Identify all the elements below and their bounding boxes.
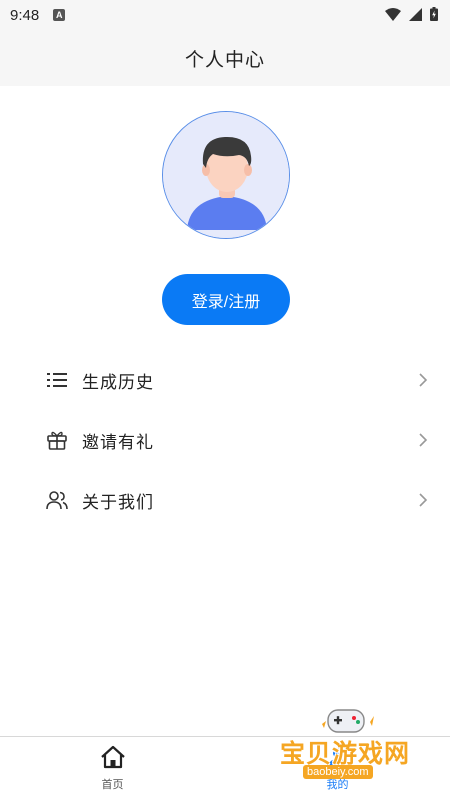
- status-bar: 9:48 A: [0, 0, 450, 30]
- menu-item-history[interactable]: 生成历史: [0, 350, 450, 410]
- menu-item-label: 关于我们: [82, 492, 154, 513]
- battery-charging-icon: [430, 6, 438, 25]
- home-icon: [100, 745, 126, 773]
- chevron-right-icon: [418, 431, 432, 449]
- a-badge-icon: A: [53, 9, 66, 21]
- status-icons: [385, 6, 438, 25]
- cellular-signal-icon: [409, 6, 422, 25]
- wifi-icon: [385, 6, 401, 25]
- chevron-right-icon: [418, 371, 432, 389]
- users-icon: [46, 489, 68, 511]
- watermark-url: baobeiy.com: [303, 765, 373, 779]
- menu-item-label: 生成历史: [82, 372, 154, 393]
- menu-item-about[interactable]: 关于我们: [0, 470, 450, 530]
- login-register-button[interactable]: 登录/注册: [162, 274, 290, 325]
- default-user-avatar-icon[interactable]: [162, 111, 290, 239]
- menu-list: 生成历史 邀请有礼 关于我们: [0, 350, 450, 530]
- tab-home[interactable]: 首页: [0, 737, 225, 800]
- menu-item-invite[interactable]: 邀请有礼: [0, 410, 450, 470]
- page-title: 个人中心: [184, 48, 265, 71]
- watermark-logo: 宝贝游戏网 baobeiy.com: [276, 702, 450, 800]
- list-icon: [46, 369, 68, 391]
- gift-icon: [46, 429, 68, 451]
- status-time: 9:48: [10, 6, 40, 24]
- chevron-right-icon: [418, 491, 432, 509]
- tab-label: 首页: [101, 778, 124, 791]
- menu-item-label: 邀请有礼: [82, 432, 154, 453]
- app-header: 个人中心: [0, 30, 450, 86]
